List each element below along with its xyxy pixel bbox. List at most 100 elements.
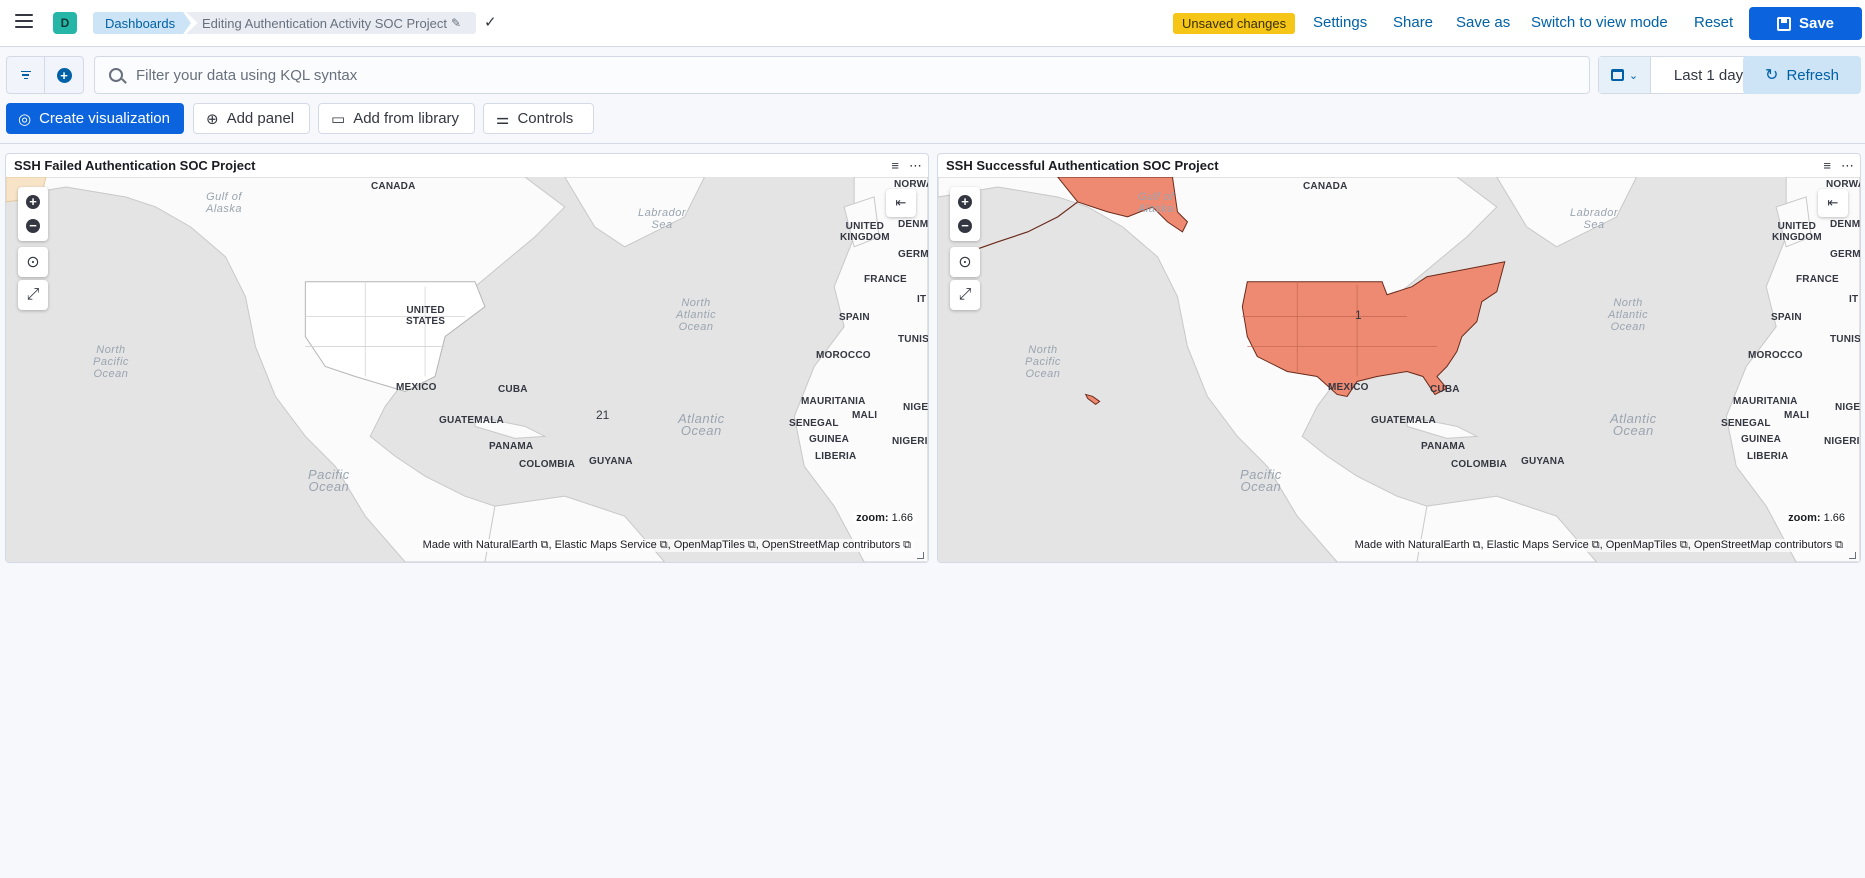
settings-link[interactable]: Settings — [1313, 14, 1367, 31]
switch-to-view-mode-link[interactable]: Switch to view mode — [1531, 14, 1668, 31]
add-from-library-button[interactable]: ▭ Add from library — [318, 103, 475, 134]
controls-label: Controls — [517, 110, 574, 127]
add-from-library-label: Add from library — [353, 110, 460, 127]
panel-ssh-failed: SSH Failed Authentication SOC Project ≡ … — [5, 153, 929, 563]
panel-options-icon[interactable]: ⋯ — [1841, 158, 1854, 174]
map-label: IT — [917, 294, 927, 305]
resize-handle-icon[interactable] — [917, 552, 924, 559]
query-bar: + Filter your data using KQL syntax ⌄ La… — [0, 48, 1865, 104]
breadcrumb-dashboards[interactable]: Dashboards — [93, 12, 191, 34]
visualize-icon: ◎ — [18, 110, 32, 128]
set-view-button[interactable]: ⊙ — [950, 247, 980, 277]
fullscreen-button[interactable]: ⤢ — [18, 280, 48, 310]
map-label: PANAMA — [1421, 441, 1466, 452]
chevron-down-icon: ⌄ — [1628, 69, 1639, 82]
map-canvas[interactable]: CANADA UNITED STATES MEXICO CUBA GUATEMAL… — [6, 177, 928, 562]
ocean-label: North Atlantic Ocean — [676, 297, 717, 333]
date-picker[interactable]: ⌄ Last 1 day — [1598, 56, 1767, 94]
map-label: PANAMA — [489, 441, 534, 452]
map-label: MOROCCO — [1748, 350, 1803, 361]
controls-icon: ⚌ — [496, 110, 510, 128]
plus-icon: + — [56, 67, 72, 83]
map-label: TUNIS — [1830, 334, 1860, 345]
add-panel-button[interactable]: ⊕ Add panel — [193, 103, 310, 134]
zoom-in-icon[interactable]: + — [958, 195, 972, 209]
ocean-label: North Pacific Ocean — [1025, 344, 1061, 380]
map-attribution[interactable]: Made with NaturalEarth ⧉, Elastic Maps S… — [419, 539, 914, 552]
top-header: D Dashboards Editing Authentication Acti… — [0, 0, 1865, 47]
zoom-control: + − — [950, 187, 980, 241]
ocean-label: Gulf of Alaska — [1138, 191, 1175, 215]
expand-icon: ⤢ — [958, 286, 972, 303]
ocean-label: Pacific Ocean — [308, 467, 350, 494]
panel-title: SSH Successful Authentication SOC Projec… — [946, 158, 1219, 173]
map-label: UNITED KINGDOM — [840, 221, 890, 243]
map-label: FRANCE — [1796, 274, 1839, 285]
map-label: MAURITANIA — [1733, 396, 1798, 407]
cluster-count[interactable]: 1 — [1355, 308, 1362, 322]
search-placeholder: Filter your data using KQL syntax — [136, 66, 358, 84]
unsaved-changes-badge: Unsaved changes — [1173, 13, 1296, 34]
save-as-link[interactable]: Save as — [1456, 14, 1510, 31]
ocean-label: Atlantic Ocean — [678, 411, 725, 438]
layer-control-button[interactable]: ⇤ — [886, 189, 916, 217]
map-label: IT — [1849, 294, 1859, 305]
reset-link[interactable]: Reset — [1694, 14, 1733, 31]
map-label: NIGERIA — [1824, 436, 1860, 447]
map-label: SPAIN — [1771, 312, 1802, 323]
panel-ssh-successful: SSH Successful Authentication SOC Projec… — [937, 153, 1861, 563]
zoom-out-icon[interactable]: − — [958, 219, 972, 233]
breadcrumb-current[interactable]: Editing Authentication Activity SOC Proj… — [186, 12, 476, 34]
ocean-label: North Pacific Ocean — [93, 344, 129, 380]
filter-menu-button[interactable] — [7, 57, 46, 93]
panel-options-icon[interactable]: ⋯ — [909, 158, 922, 174]
fullscreen-button[interactable]: ⤢ — [950, 280, 980, 310]
add-filter-button[interactable]: + — [45, 57, 83, 93]
refresh-button[interactable]: ↻ Refresh — [1743, 56, 1861, 94]
resize-handle-icon[interactable] — [1849, 552, 1856, 559]
map-label: TUNIS — [898, 334, 928, 345]
breadcrumb-current-label: Editing Authentication Activity SOC Proj… — [202, 15, 447, 31]
zoom-out-icon[interactable]: − — [26, 219, 40, 233]
menu-left-icon: ⇤ — [895, 195, 907, 210]
ocean-label: Labrador Sea — [638, 207, 687, 231]
map-label: GERMA — [898, 249, 928, 260]
zoom-level: zoom: 1.66 — [853, 512, 916, 524]
map-label: NIGE — [1835, 402, 1860, 413]
map-label: COLOMBIA — [519, 459, 576, 470]
kql-search-input[interactable]: Filter your data using KQL syntax — [94, 56, 1590, 94]
filter-icon[interactable]: ≡ — [891, 158, 899, 174]
share-link[interactable]: Share — [1393, 14, 1433, 31]
zoom-in-icon[interactable]: + — [26, 195, 40, 209]
map-label: MEXICO — [396, 382, 437, 393]
calendar-dropdown-button[interactable]: ⌄ — [1599, 57, 1651, 93]
refresh-label: Refresh — [1786, 66, 1839, 84]
map-label: LIBERIA — [815, 451, 857, 462]
filter-icon[interactable]: ≡ — [1823, 158, 1831, 174]
map-attribution[interactable]: Made with NaturalEarth ⧉, Elastic Maps S… — [1351, 539, 1846, 552]
map-label: CUBA — [1430, 384, 1460, 395]
map-label: NIGERIA — [892, 436, 928, 447]
ocean-label: Labrador Sea — [1570, 207, 1619, 231]
check-icon[interactable]: ✓ — [484, 13, 497, 31]
map-label: MALI — [1784, 410, 1810, 421]
map-label: GUATEMALA — [1371, 415, 1436, 426]
ocean-label: Pacific Ocean — [1240, 467, 1282, 494]
menu-icon[interactable] — [15, 14, 33, 30]
map-label: SENEGAL — [789, 418, 839, 429]
save-button-label: Save — [1798, 15, 1835, 32]
save-button[interactable]: Save — [1749, 7, 1862, 40]
panel-title: SSH Failed Authentication SOC Project — [14, 158, 256, 173]
ocean-label: Atlantic Ocean — [1610, 411, 1657, 438]
map-label: CANADA — [1303, 181, 1348, 192]
space-avatar[interactable]: D — [53, 12, 77, 34]
zoom-control: + − — [18, 187, 48, 241]
ocean-label: Gulf of Alaska — [206, 191, 243, 215]
cluster-count[interactable]: 21 — [596, 408, 609, 422]
controls-button[interactable]: ⚌ Controls — [483, 103, 594, 134]
set-view-button[interactable]: ⊙ — [18, 247, 48, 277]
panel-actions: ≡ ⋯ — [891, 158, 922, 174]
create-visualization-button[interactable]: ◎ Create visualization — [6, 103, 184, 134]
map-canvas[interactable]: CANADA MEXICO CUBA GUATEMALA PANAMA COLO… — [938, 177, 1860, 562]
layer-control-button[interactable]: ⇤ — [1818, 189, 1848, 217]
